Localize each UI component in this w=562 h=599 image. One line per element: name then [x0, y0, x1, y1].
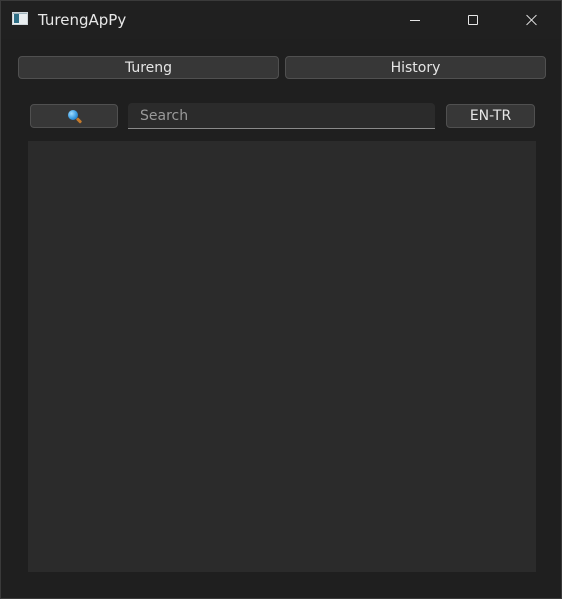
title-bar[interactable]: TurengApPy	[1, 1, 561, 39]
search-icon	[67, 109, 82, 124]
app-icon	[12, 12, 28, 25]
close-button[interactable]	[502, 1, 560, 39]
close-icon	[525, 14, 537, 26]
maximize-icon	[468, 15, 478, 25]
search-input[interactable]	[128, 103, 435, 129]
window-title: TurengApPy	[38, 11, 127, 29]
search-button[interactable]	[30, 104, 118, 128]
minimize-icon	[410, 19, 420, 21]
app-window: TurengApPy Tureng History EN-TR	[0, 0, 562, 599]
minimize-button[interactable]	[386, 1, 444, 39]
tab-tureng[interactable]: Tureng	[18, 56, 279, 79]
results-panel[interactable]	[28, 141, 536, 572]
language-toggle-button[interactable]: EN-TR	[446, 104, 535, 128]
maximize-button[interactable]	[444, 1, 502, 39]
tab-history[interactable]: History	[285, 56, 546, 79]
